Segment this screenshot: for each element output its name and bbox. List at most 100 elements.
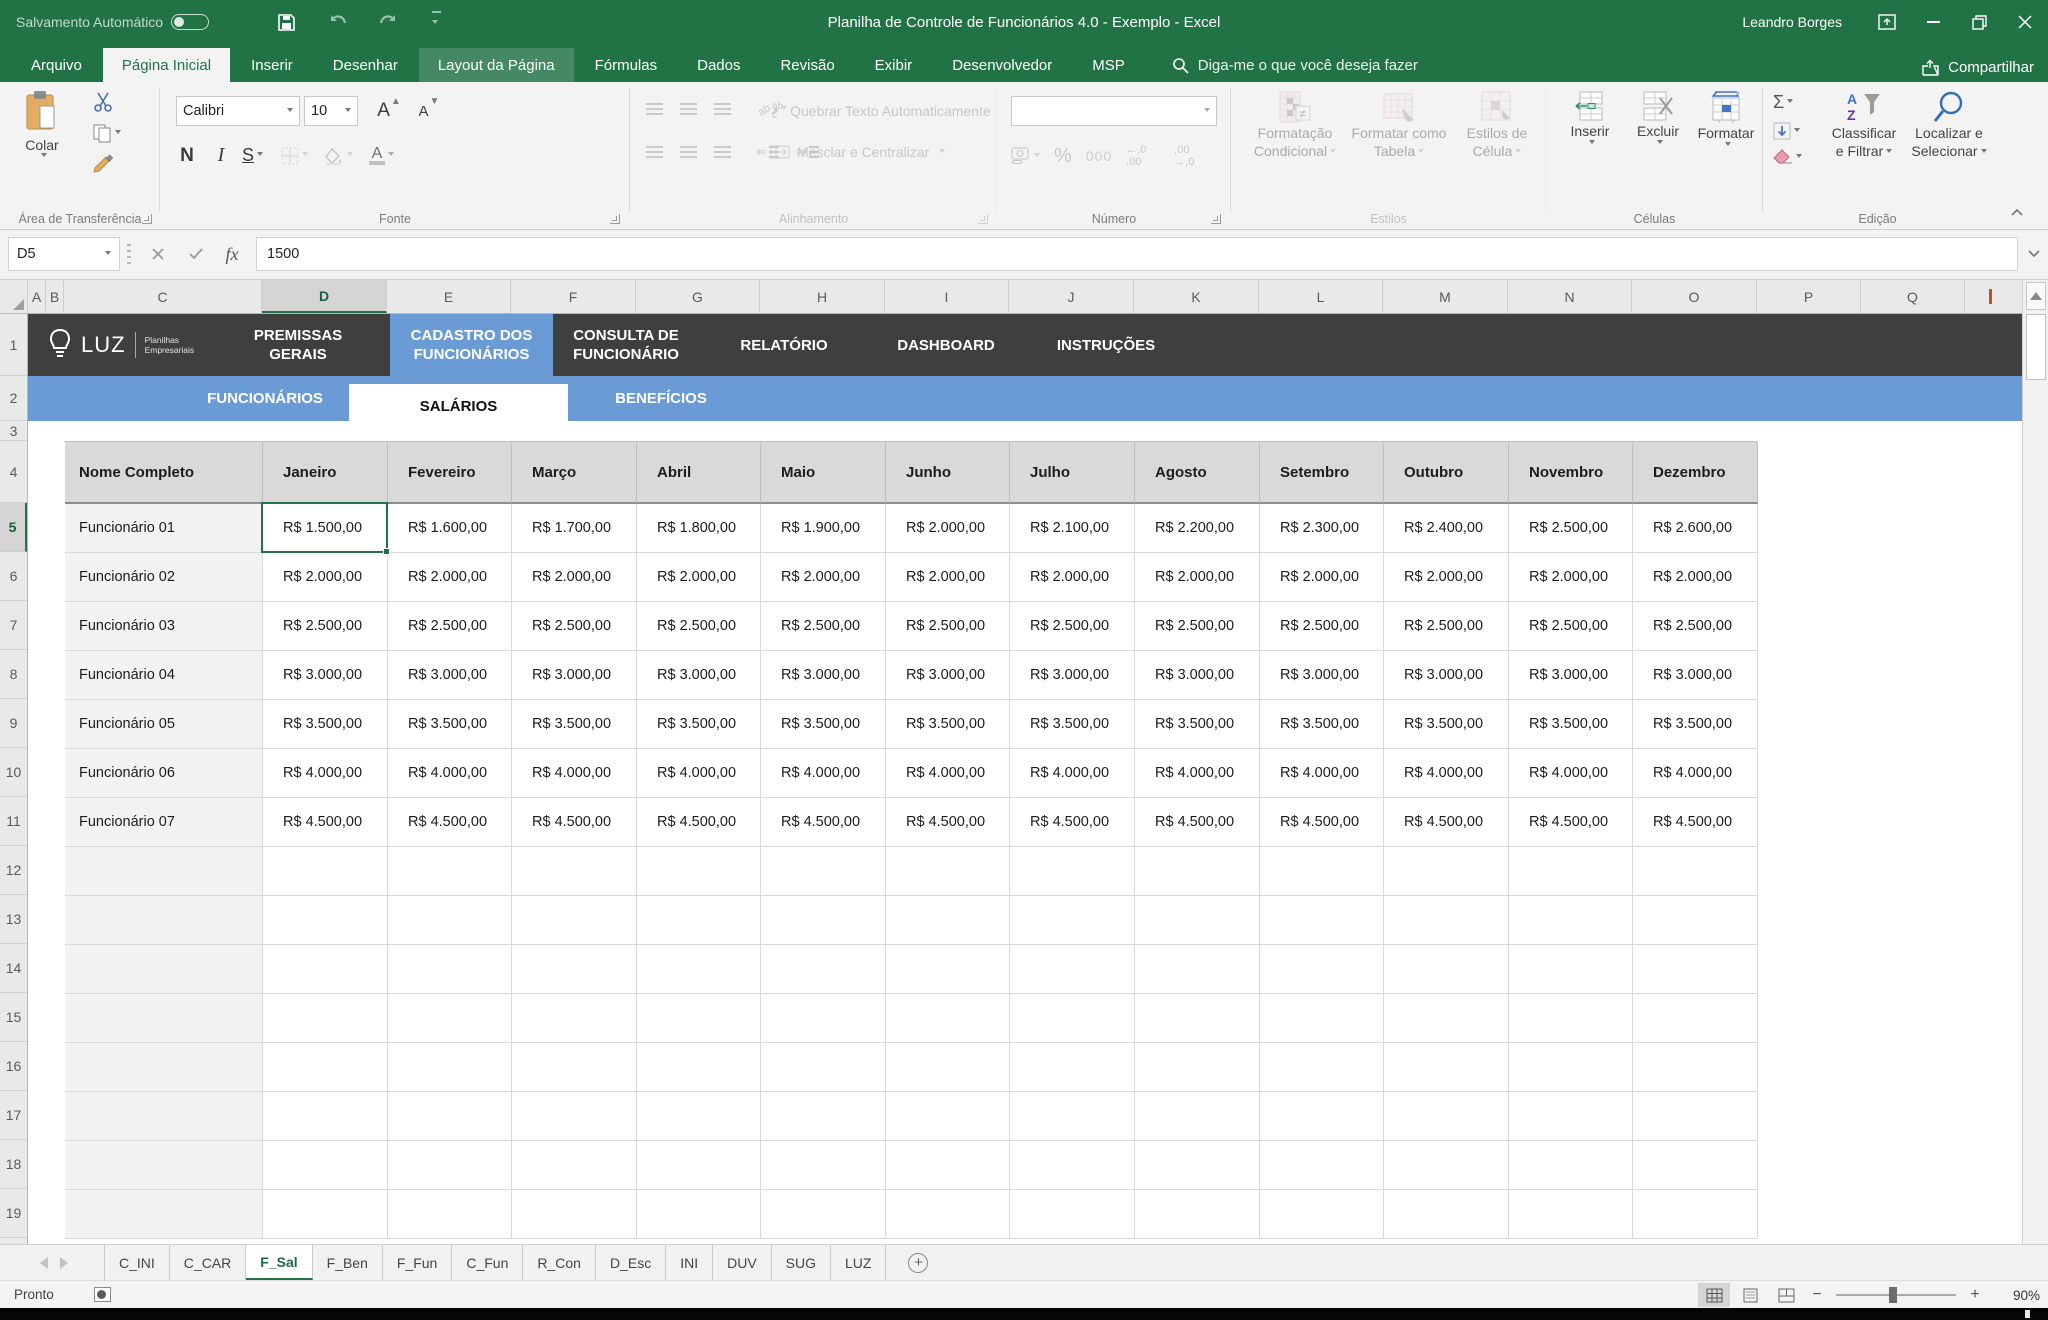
format-as-table-button[interactable]: Formatar comoTabela bbox=[1349, 90, 1449, 160]
salary-cell[interactable]: R$ 2.000,00 bbox=[886, 504, 1010, 553]
employee-name-cell[interactable]: Funcionário 04 bbox=[65, 651, 263, 700]
salary-cell[interactable]: R$ 4.000,00 bbox=[886, 749, 1010, 798]
align-left-icon[interactable] bbox=[646, 146, 663, 158]
salary-cell[interactable]: R$ 2.000,00 bbox=[388, 553, 512, 602]
salary-cell-empty[interactable] bbox=[886, 1190, 1010, 1239]
font-size-combo[interactable]: 10 bbox=[304, 96, 358, 126]
salary-cell-empty[interactable] bbox=[1633, 847, 1758, 896]
salary-cell-empty[interactable] bbox=[1509, 847, 1633, 896]
salary-cell-empty[interactable] bbox=[1633, 896, 1758, 945]
zoom-slider-thumb[interactable] bbox=[1889, 1287, 1897, 1303]
salary-cell-empty[interactable] bbox=[388, 896, 512, 945]
row-header-15[interactable]: 15 bbox=[0, 993, 27, 1042]
sheet-tab-duv[interactable]: DUV bbox=[713, 1245, 772, 1280]
clear-button[interactable] bbox=[1773, 149, 1802, 165]
salary-cell-empty[interactable] bbox=[388, 1190, 512, 1239]
salary-cell-empty[interactable] bbox=[263, 994, 388, 1043]
salary-cell-empty[interactable] bbox=[761, 1141, 886, 1190]
macro-record-icon[interactable] bbox=[94, 1287, 111, 1302]
fill-button[interactable] bbox=[1773, 122, 1802, 140]
salary-cell-empty[interactable] bbox=[512, 945, 637, 994]
account-name[interactable]: Leandro Borges bbox=[1742, 14, 1842, 30]
salary-cell[interactable]: R$ 4.500,00 bbox=[1010, 798, 1135, 847]
column-header-H[interactable]: H bbox=[760, 280, 885, 313]
column-header-A[interactable]: A bbox=[28, 280, 46, 313]
salary-cell-empty[interactable] bbox=[1509, 994, 1633, 1043]
salary-cell-empty[interactable] bbox=[1384, 847, 1509, 896]
salary-cell[interactable]: R$ 2.500,00 bbox=[263, 602, 388, 651]
salary-cell-empty[interactable] bbox=[1633, 994, 1758, 1043]
zoom-in-button[interactable]: + bbox=[1964, 1286, 1986, 1304]
cancel-entry-button[interactable] bbox=[140, 237, 176, 271]
column-header-I[interactable]: I bbox=[885, 280, 1009, 313]
employee-name-cell-empty[interactable] bbox=[65, 896, 263, 945]
sort-filter-button[interactable]: AZ Classificare Filtrar bbox=[1821, 90, 1907, 160]
salary-cell-empty[interactable] bbox=[1509, 1190, 1633, 1239]
customize-qat-button[interactable] bbox=[419, 7, 453, 37]
salary-cell[interactable]: R$ 4.500,00 bbox=[1260, 798, 1384, 847]
font-dialog-launcher[interactable] bbox=[610, 214, 620, 224]
employee-name-cell-empty[interactable] bbox=[65, 945, 263, 994]
salary-cell[interactable]: R$ 2.500,00 bbox=[1509, 602, 1633, 651]
ribbon-tab-desenvolvedor[interactable]: Desenvolvedor bbox=[933, 48, 1071, 82]
employee-name-cell[interactable]: Funcionário 02 bbox=[65, 553, 263, 602]
salary-cell-empty[interactable] bbox=[1010, 1092, 1135, 1141]
salary-cell[interactable]: R$ 3.000,00 bbox=[761, 651, 886, 700]
salary-cell[interactable]: R$ 4.500,00 bbox=[1509, 798, 1633, 847]
ribbon-tab-msp[interactable]: MSP bbox=[1073, 48, 1144, 82]
salary-cell[interactable]: R$ 2.000,00 bbox=[637, 553, 761, 602]
salary-cell[interactable]: R$ 3.500,00 bbox=[637, 700, 761, 749]
sheet-tab-sug[interactable]: SUG bbox=[772, 1245, 831, 1280]
ribbon-tab-inserir[interactable]: Inserir bbox=[232, 48, 312, 82]
row-header-11[interactable]: 11 bbox=[0, 797, 27, 846]
salary-cell-empty[interactable] bbox=[886, 945, 1010, 994]
share-button[interactable]: Compartilhar bbox=[1921, 59, 2034, 76]
tell-me-search[interactable]: Diga-me o que você deseja fazer bbox=[1172, 48, 1418, 82]
employee-name-cell-empty[interactable] bbox=[65, 1092, 263, 1141]
salary-cell-empty[interactable] bbox=[637, 994, 761, 1043]
ribbon-tab-dados[interactable]: Dados bbox=[678, 48, 759, 82]
salary-cell[interactable]: R$ 2.500,00 bbox=[512, 602, 637, 651]
salary-cell-empty[interactable] bbox=[637, 1092, 761, 1141]
salary-cell[interactable]: R$ 1.800,00 bbox=[637, 504, 761, 553]
row-header-19[interactable]: 19 bbox=[0, 1189, 27, 1238]
salary-cell-empty[interactable] bbox=[637, 1141, 761, 1190]
column-header-E[interactable]: E bbox=[387, 280, 511, 313]
salary-cell-empty[interactable] bbox=[1135, 1141, 1260, 1190]
salary-cell-empty[interactable] bbox=[637, 1190, 761, 1239]
salary-cell-empty[interactable] bbox=[1010, 994, 1135, 1043]
nav-tab-consulta-de-funcion-rio[interactable]: CONSULTA DEFUNCIONÁRIO bbox=[538, 314, 714, 376]
column-header-Q[interactable]: Q bbox=[1861, 280, 1965, 313]
collapse-ribbon-button[interactable] bbox=[2002, 200, 2032, 224]
salary-cell[interactable]: R$ 2.500,00 bbox=[637, 602, 761, 651]
row-header-1[interactable]: 1 bbox=[0, 314, 27, 376]
salary-cell-empty[interactable] bbox=[1135, 1092, 1260, 1141]
column-header-O[interactable]: O bbox=[1632, 280, 1757, 313]
find-select-button[interactable]: Localizar eSelecionar bbox=[1909, 90, 1989, 160]
salary-cell[interactable]: R$ 2.500,00 bbox=[761, 602, 886, 651]
salary-cell[interactable]: R$ 1.500,00 bbox=[263, 504, 388, 553]
autosave-toggle[interactable] bbox=[171, 14, 209, 30]
page-layout-view-button[interactable] bbox=[1734, 1283, 1766, 1307]
salary-cell-empty[interactable] bbox=[388, 1043, 512, 1092]
vertical-scroll-thumb[interactable] bbox=[2026, 314, 2046, 380]
nav-tab-premissas-gerais[interactable]: PREMISSASGERAIS bbox=[213, 314, 383, 376]
row-header-5[interactable]: 5 bbox=[0, 503, 27, 552]
sheet-tab-scroll-right[interactable] bbox=[54, 1245, 80, 1280]
salary-cell-empty[interactable] bbox=[761, 945, 886, 994]
ribbon-tab-arquivo[interactable]: Arquivo bbox=[12, 48, 101, 82]
sheet-tab-c_car[interactable]: C_CAR bbox=[170, 1245, 246, 1280]
salary-cell[interactable]: R$ 4.500,00 bbox=[1633, 798, 1758, 847]
column-header-L[interactable]: L bbox=[1259, 280, 1383, 313]
align-top-icon[interactable] bbox=[646, 103, 663, 115]
sheet-tab-f_fun[interactable]: F_Fun bbox=[383, 1245, 452, 1280]
ribbon-tab-p-gina-inicial[interactable]: Página Inicial bbox=[103, 48, 230, 82]
ribbon-tab-layout-da-p-gina[interactable]: Layout da Página bbox=[419, 48, 574, 82]
table-header-agosto[interactable]: Agosto bbox=[1135, 442, 1260, 504]
salary-cell-empty[interactable] bbox=[1260, 896, 1384, 945]
salary-cell[interactable]: R$ 3.000,00 bbox=[1135, 651, 1260, 700]
salary-cell[interactable]: R$ 3.500,00 bbox=[1260, 700, 1384, 749]
sheet-tab-scroll-left[interactable] bbox=[28, 1245, 54, 1280]
format-painter-icon[interactable] bbox=[92, 154, 114, 174]
salary-cell[interactable]: R$ 2.600,00 bbox=[1633, 504, 1758, 553]
